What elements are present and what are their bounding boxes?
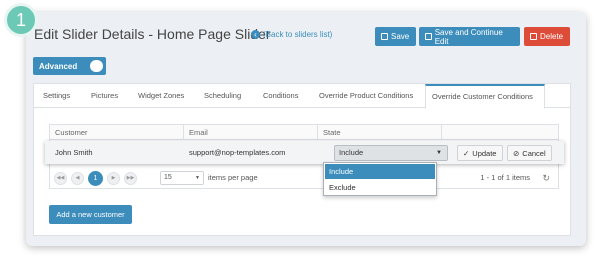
tab-panel: Settings Pictures Widget Zones Schedulin… [33,83,571,236]
back-to-list-link[interactable]: ‹ (Back to sliders list) [251,30,332,39]
caret-down-icon: ▼ [195,175,200,181]
save-continue-label: Save and Continue Edit [434,27,503,46]
advanced-toggle[interactable]: Advanced [33,57,106,75]
tab-override-product-conditions[interactable]: Override Product Conditions [313,84,419,108]
last-page-icon[interactable]: ▶▶ [124,171,137,185]
tab-override-customer-conditions[interactable]: Override Customer Conditions [425,84,545,109]
pager-range-text: 1 - 1 of 1 items [480,173,530,182]
back-link-label: (Back to sliders list) [263,30,333,39]
tab-settings[interactable]: Settings [37,84,76,108]
page-title: Edit Slider Details - Home Page Slider [34,26,271,42]
state-select-value: Include [339,148,364,157]
cancel-button-label: Cancel [522,148,546,158]
pager: ◀◀ ◀ 1 ▶ ▶▶ [54,170,137,186]
trash-icon [530,33,537,40]
ban-icon: ⊘ [513,148,520,158]
tab-conditions[interactable]: Conditions [257,84,304,108]
update-button[interactable]: ✓ Update [457,145,503,161]
check-icon: ✓ [463,148,470,158]
cancel-button[interactable]: ⊘ Cancel [507,145,552,161]
dropdown-option-exclude[interactable]: Exclude [325,180,435,195]
customer-cell: John Smith [55,148,93,157]
toggle-knob [90,60,103,72]
refresh-icon[interactable]: ↻ [542,171,550,185]
tab-strip: Settings Pictures Widget Zones Schedulin… [34,84,570,109]
save-button-label: Save [391,32,410,41]
delete-button-label: Delete [540,32,564,41]
column-header-email[interactable]: Email [184,125,318,140]
grid-header: Customer Email State [50,125,558,140]
tab-pictures[interactable]: Pictures [85,84,124,108]
column-header-customer[interactable]: Customer [50,125,184,140]
dropdown-option-include[interactable]: Include [325,164,435,179]
state-select[interactable]: Include ▼ [334,145,448,161]
floppy-disk-icon [381,33,388,40]
state-dropdown-list: Include Exclude [323,162,437,196]
prev-page-icon[interactable]: ◀ [71,171,84,185]
step-badge: 1 [4,3,38,37]
page-number-current[interactable]: 1 [88,170,103,186]
next-page-icon[interactable]: ▶ [107,171,120,185]
table-row: John Smith support@nop-templates.com Inc… [45,141,564,164]
update-button-label: Update [472,148,497,158]
add-new-customer-button[interactable]: Add a new customer [49,205,132,224]
save-continue-button[interactable]: Save and Continue Edit [419,27,520,46]
tab-scheduling[interactable]: Scheduling [198,84,247,108]
page-size-select[interactable]: 15 ▼ [160,171,204,185]
column-header-state[interactable]: State [318,125,442,140]
advanced-label: Advanced [39,61,78,71]
delete-button[interactable]: Delete [524,27,570,46]
items-per-page-label: items per page [208,173,258,182]
first-page-icon[interactable]: ◀◀ [54,171,67,185]
caret-down-icon: ▼ [436,150,442,156]
tab-widget-zones[interactable]: Widget Zones [132,84,190,108]
save-button[interactable]: Save [375,27,416,46]
circle-arrow-left-icon: ‹ [251,30,260,39]
page-size-value: 15 [164,174,172,181]
customer-grid: Customer Email State John Smith support@… [45,124,564,189]
email-cell: support@nop-templates.com [189,148,286,157]
floppy-disk-icon [425,33,432,40]
